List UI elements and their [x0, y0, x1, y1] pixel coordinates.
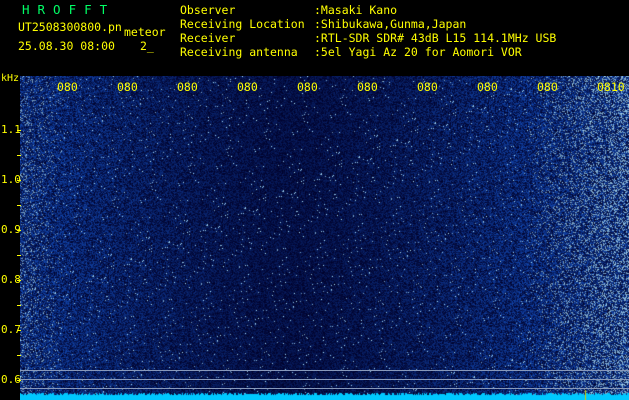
time-label: 080: [117, 80, 138, 94]
app-brand: HROFFT: [22, 2, 116, 17]
spectrogram-plot: [20, 76, 629, 400]
y-tick-mark: [17, 280, 21, 281]
reference-line: [20, 379, 629, 380]
y-tick-mark: [17, 205, 21, 206]
time-label: 080: [537, 80, 558, 94]
info-key: Receiving Location: [180, 17, 305, 31]
y-tick-mark: [17, 330, 21, 331]
time-label: 080: [57, 80, 78, 94]
info-row-location: Receiving Location :Shibukawa,Gunma,Japa…: [180, 17, 556, 31]
time-label: 080: [417, 80, 438, 94]
y-axis-unit: kHz: [1, 73, 20, 84]
time-label: 080: [297, 80, 318, 94]
info-key: Observer: [180, 3, 236, 17]
y-tick-mark: [17, 130, 21, 131]
info-value: :Masaki Kano: [314, 3, 398, 17]
info-value: :RTL-SDR SDR# 43dB L15 114.1MHz USB: [314, 31, 557, 45]
y-tick-mark: [17, 255, 21, 256]
file-name: UT2508300800.pn: [18, 20, 122, 34]
info-row-observer: Observer :Masaki Kano: [180, 3, 556, 17]
info-value: :5el Yagi Az 20 for Aomori VOR: [314, 45, 522, 59]
spectrogram-window: HROFFT UT2508300800.pn meteor 25.08.30 0…: [0, 0, 629, 400]
time-label: 0810: [597, 80, 625, 94]
y-tick-mark: [17, 305, 21, 306]
count-label: 2_: [140, 39, 154, 53]
mode-label: meteor: [124, 25, 166, 39]
time-label: 080: [477, 80, 498, 94]
y-tick-mark: [17, 380, 21, 381]
info-row-receiver: Receiver :RTL-SDR SDR# 43dB L15 114.1MHz…: [180, 31, 556, 45]
time-label: 080: [177, 80, 198, 94]
reference-line: [20, 370, 629, 371]
info-key: Receiver: [180, 31, 236, 45]
info-key: Receiving antenna: [180, 45, 298, 59]
time-label: 080: [237, 80, 258, 94]
station-info: Observer :Masaki Kano Receiving Location…: [180, 3, 556, 59]
datetime-label: 25.08.30 08:00: [18, 39, 115, 53]
time-label: 080: [357, 80, 378, 94]
reference-line: [20, 388, 629, 389]
info-row-antenna: Receiving antenna :5el Yagi Az 20 for Ao…: [180, 45, 556, 59]
y-tick-mark: [17, 230, 21, 231]
y-tick-mark: [17, 155, 21, 156]
y-tick-mark: [17, 355, 21, 356]
info-value: :Shibukawa,Gunma,Japan: [314, 17, 467, 31]
y-tick-mark: [17, 180, 21, 181]
